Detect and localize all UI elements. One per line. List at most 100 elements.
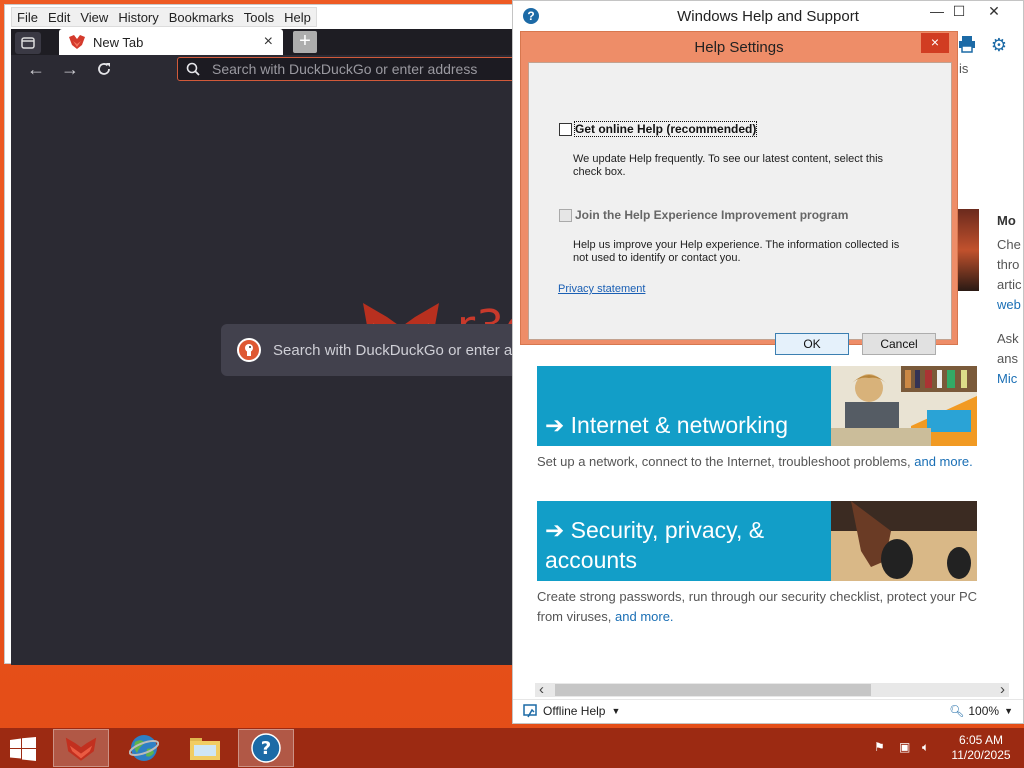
side-link[interactable]: Mic [997, 371, 1017, 386]
tab-strip: New Tab × + [11, 29, 517, 55]
dialog-title: Help Settings [694, 39, 784, 56]
menu-view[interactable]: View [75, 8, 113, 26]
tab-overview-button[interactable] [15, 32, 41, 54]
svg-text:?: ? [261, 738, 271, 759]
tab-new-tab[interactable]: New Tab × [59, 29, 283, 55]
offline-help-label: Offline Help [543, 704, 606, 718]
tile-photo-security [831, 501, 977, 581]
taskbar: ? ⚑ ▣ 🔈︎ 6:05 AM 11/20/2025 [0, 728, 1024, 768]
chevron-down-icon: ▼ [611, 706, 621, 716]
improvement-description: Help us improve your Help experience. Th… [573, 239, 900, 264]
zoom-control[interactable]: 🔍︎ 100% ▼ [949, 704, 1013, 718]
dialog-close-button[interactable]: × [921, 33, 949, 53]
search-icon [186, 62, 200, 76]
help-settings-dialog: Help Settings × Get online Help (recomme… [520, 31, 958, 355]
tab-close-button[interactable]: × [264, 33, 273, 51]
side-line: Che [997, 237, 1021, 252]
menu-tools[interactable]: Tools [239, 8, 279, 26]
tile-security-privacy[interactable]: ➔ Security, privacy, & accounts [537, 501, 977, 581]
ok-button[interactable]: OK [775, 333, 849, 355]
taskbar-browser[interactable] [53, 729, 109, 767]
menu-bookmarks[interactable]: Bookmarks [164, 8, 239, 26]
zoom-icon: 🔍︎ [949, 704, 965, 718]
system-clock[interactable]: 6:05 AM 11/20/2025 [948, 733, 1014, 763]
new-tab-button[interactable]: + [293, 31, 317, 53]
browser-window: File Edit View History Bookmarks Tools H… [4, 4, 517, 665]
maximize-button[interactable]: ☐ [945, 1, 973, 23]
cancel-button[interactable]: Cancel [862, 333, 936, 355]
and-more-link[interactable]: and more. [914, 454, 973, 469]
menu-help[interactable]: Help [279, 8, 316, 26]
back-button[interactable]: ← [23, 57, 49, 81]
tab-overview-icon [21, 37, 35, 49]
zoom-level: 100% [968, 704, 1000, 718]
side-photo [955, 209, 979, 291]
browser-toolbar: ← → [11, 55, 517, 83]
side-line: thro [997, 257, 1020, 272]
taskbar-file-explorer[interactable] [177, 729, 233, 767]
horizontal-scrollbar[interactable]: ‹ › [535, 681, 1009, 698]
arrow-right-icon: → [61, 59, 79, 79]
and-more-link[interactable]: and more. [615, 609, 674, 624]
menu-file[interactable]: File [12, 8, 43, 26]
menu-edit[interactable]: Edit [43, 8, 75, 26]
tile-desc-text: Set up a network, connect to the Interne… [537, 454, 915, 469]
taskbar-network[interactable] [116, 729, 172, 767]
tile-title: ➔ Internet & networking [545, 412, 789, 438]
help-statusbar: Offline Help ▼ 🔍︎ 100% ▼ [513, 699, 1023, 723]
settings-button[interactable]: ⚙ [989, 35, 1009, 55]
dialog-body: Get online Help (recommended) We update … [528, 62, 952, 355]
side-line: artic [997, 277, 1022, 292]
minimize-icon: — [930, 3, 944, 19]
side-line: Ask [997, 331, 1019, 346]
browser-logo-icon [69, 35, 85, 49]
side-line: ans [997, 351, 1018, 366]
menu-history[interactable]: History [113, 8, 163, 26]
side-link[interactable]: web [997, 297, 1021, 312]
reload-button[interactable] [91, 57, 117, 81]
network-icon[interactable]: ▣ [899, 740, 910, 754]
start-button[interactable] [10, 737, 36, 761]
tile-photo-networking [831, 366, 977, 446]
help-close-button[interactable]: ✕ [971, 1, 1017, 23]
privacy-statement-link[interactable]: Privacy statement [558, 283, 645, 295]
new-tab-page: r3c Search with DuckDuckGo or enter ad [11, 83, 517, 665]
clock-time: 6:05 AM [958, 733, 1004, 747]
taskbar-help-support[interactable]: ? [238, 729, 294, 767]
tile-desc: Set up a network, connect to the Interne… [537, 452, 982, 472]
duckduckgo-icon [237, 338, 261, 362]
windows-logo-icon [10, 737, 36, 761]
flag-icon[interactable]: ⚑ [874, 740, 885, 754]
improvement-label: Join the Help Experience Improvement pro… [575, 208, 849, 222]
online-help-checkbox[interactable] [559, 122, 572, 136]
globe-icon [129, 735, 159, 761]
help-mode-icon [523, 704, 537, 718]
close-icon: ✕ [988, 3, 1000, 19]
fox-logo-icon [65, 737, 97, 761]
side-fragment: is [959, 61, 969, 76]
address-input[interactable] [212, 61, 492, 77]
duckduckgo-search-box[interactable]: Search with DuckDuckGo or enter ad [221, 324, 517, 376]
tile-desc-text: Create strong passwords, run through our… [537, 589, 978, 624]
offline-help-dropdown[interactable]: Offline Help ▼ [523, 704, 620, 718]
print-button[interactable] [957, 35, 977, 55]
side-heading: Mo [997, 213, 1016, 228]
tile-desc: Create strong passwords, run through our… [537, 587, 982, 627]
scroll-right-icon[interactable]: › [1000, 681, 1005, 698]
tile-internet-networking[interactable]: ➔ Internet & networking [537, 366, 977, 446]
scrollbar-thumb[interactable] [555, 684, 871, 696]
volume-muted-icon[interactable]: 🔈︎ [922, 740, 929, 755]
improvement-checkbox [559, 208, 572, 222]
online-help-label[interactable]: Get online Help (recommended) [573, 121, 758, 137]
help-circle-icon: ? [251, 733, 281, 763]
close-icon: × [930, 34, 940, 50]
forward-button[interactable]: → [57, 57, 83, 81]
maximize-icon: ☐ [952, 3, 966, 19]
online-help-description: We update Help frequently. To see our la… [573, 153, 884, 178]
chevron-down-icon: ▼ [1004, 706, 1013, 716]
clock-date: 11/20/2025 [951, 748, 1011, 762]
address-bar[interactable] [177, 57, 517, 81]
tile-title: ➔ Security, privacy, & accounts [545, 517, 765, 573]
scroll-left-icon[interactable]: ‹ [539, 681, 544, 698]
online-help-option[interactable]: Get online Help (recommended) [559, 121, 758, 137]
